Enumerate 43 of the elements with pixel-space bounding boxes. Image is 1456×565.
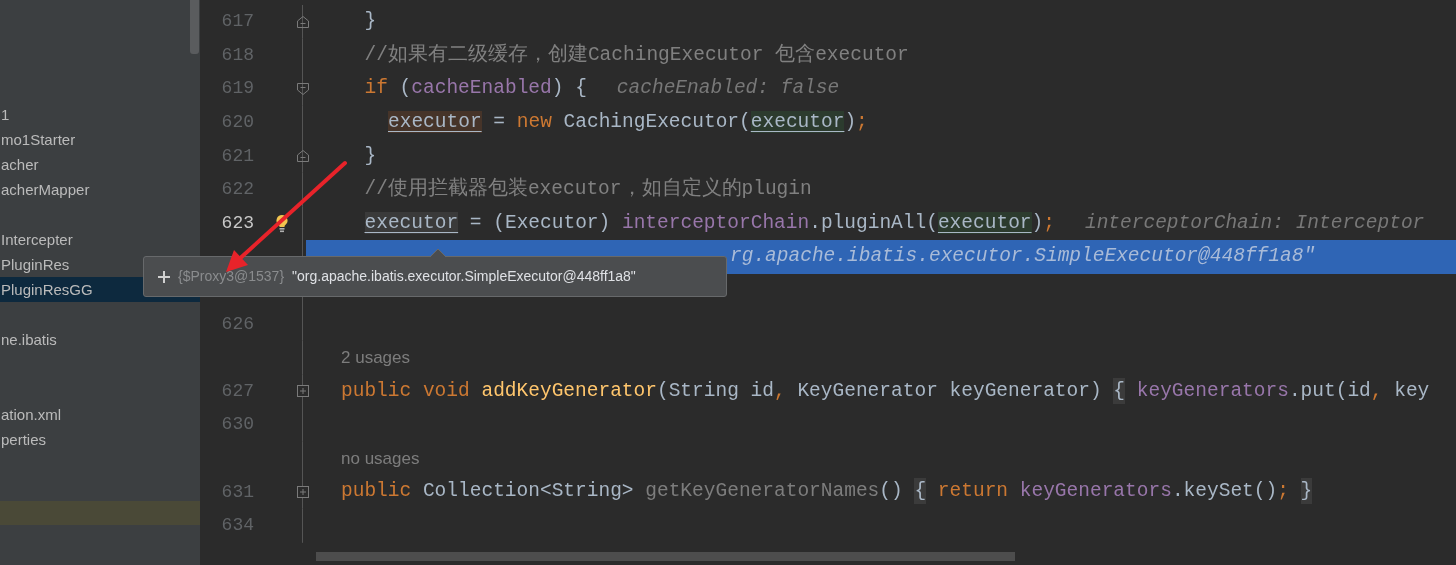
lightbulb-icon[interactable] [275, 213, 289, 233]
line-number: 622 [220, 178, 254, 202]
line-number: 630 [220, 413, 254, 437]
inline-value: rg.apache.ibatis.executor.SimpleExecutor@448ff1a8" [730, 244, 1316, 270]
usages-link[interactable]: no usages [341, 445, 420, 472]
fold-end-icon[interactable] [295, 14, 310, 29]
code-line: //使用拦截器包装executor，如自定义的plugin [364, 176, 812, 203]
code-line: if (cacheEnabled) { [364, 76, 587, 102]
code-line: public Collection<String> getKeyGeneratorNames() { return keyGenerators.keySet(); } [341, 477, 1313, 507]
tree-item[interactable]: perties [0, 427, 200, 452]
code-line: } [364, 143, 377, 169]
line-number: 623 [220, 211, 254, 235]
tree-item[interactable]: acher [0, 152, 200, 177]
scrollbar-thumb[interactable] [190, 0, 199, 54]
line-number: 619 [220, 77, 254, 101]
tree-item[interactable]: Intercepter [0, 227, 200, 252]
code-line: //如果有二级缓存，创建CachingExecutor 包含executor [364, 42, 909, 68]
expand-icon[interactable] [295, 384, 310, 399]
tree-item[interactable]: acherMapper [0, 177, 200, 202]
line-number: 631 [220, 480, 254, 504]
code-line: executor = (Executor) interceptorChain.pluginAll(executor); [364, 210, 1055, 236]
line-number: 618 [220, 43, 254, 67]
tree-item[interactable]: ne.ibatis [0, 327, 200, 352]
inlay-hint: interceptorChain: Interceptor [1084, 210, 1425, 236]
code-line: executor = new CachingExecutor(executor); [388, 109, 868, 135]
fold-end-icon[interactable] [295, 149, 310, 164]
scrollbar-thumb[interactable] [316, 552, 1015, 561]
fold-start-icon[interactable] [295, 82, 310, 96]
tree-item[interactable]: 1 [0, 102, 200, 127]
line-number: 634 [220, 514, 254, 538]
code-line: public void addKeyGenerator(String id, KeyGenerator keyGenerator) { keyGenerators.put(id, key [341, 376, 1430, 406]
line-number: 620 [220, 111, 254, 135]
tree-item[interactable]: mo1Starter [0, 127, 200, 152]
line-number: 621 [220, 144, 254, 168]
tree-item[interactable]: ation.xml [0, 402, 200, 427]
expand-icon[interactable] [295, 485, 310, 500]
code-line: } [364, 9, 377, 35]
value-text: "org.apache.ibatis.executor.SimpleExecutor@448ff1a8" [292, 267, 636, 286]
usages-link[interactable]: 2 usages [341, 345, 410, 371]
line-number: 617 [220, 10, 254, 34]
line-number: 627 [220, 379, 254, 403]
inlay-hint: cacheEnabled: false [616, 76, 840, 102]
line-number: 626 [220, 312, 254, 336]
